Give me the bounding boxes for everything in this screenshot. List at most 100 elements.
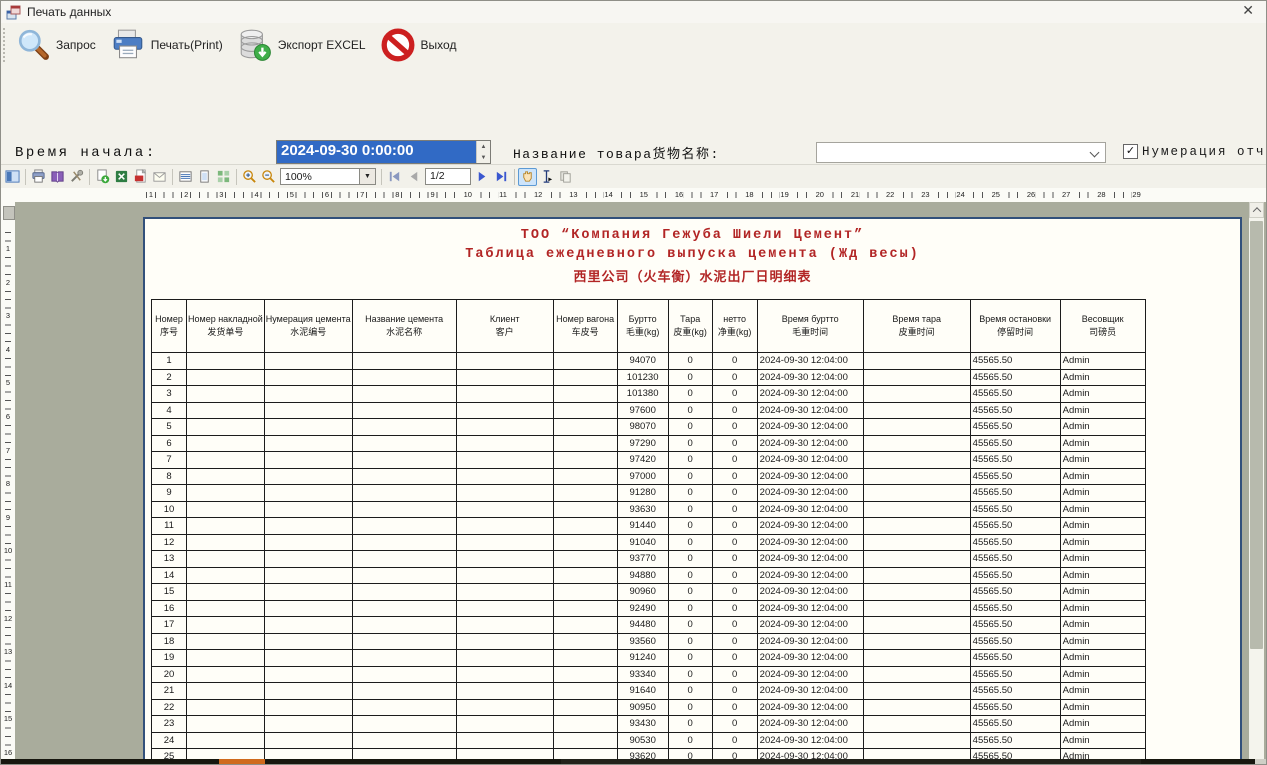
table-row: 697290002024-09-30 12:04:0045565.50Admin (152, 435, 1146, 452)
multi-page-button[interactable] (214, 168, 233, 186)
hand-tool-button[interactable] (518, 168, 537, 186)
next-page-button[interactable] (473, 168, 492, 186)
ruler-number: 6 (1, 412, 15, 421)
header-row: Номер序号Номер накладной发货单号Нумерация цеме… (152, 300, 1146, 353)
book-icon (50, 169, 65, 184)
magnifier-icon (15, 28, 51, 62)
table-row: 2593620002024-09-30 12:04:0045565.50Admi… (152, 749, 1146, 760)
start-time-value[interactable]: 2024-09-30 0:00:00 (277, 141, 476, 163)
column-header: нетто净重(kg) (712, 300, 757, 353)
column-header: Нумерация цемента水泥编号 (264, 300, 352, 353)
export-pdf-button[interactable] (131, 168, 150, 186)
ruler-number: 18 (744, 190, 754, 199)
page-setup-button[interactable] (67, 168, 86, 186)
ruler-number: 3 (218, 190, 224, 199)
ruler-number: 15 (639, 190, 649, 199)
ruler-number: 23 (920, 190, 930, 199)
open-report-button[interactable] (48, 168, 67, 186)
table-row: 2191640002024-09-30 12:04:0045565.50Admi… (152, 683, 1146, 700)
table-row: 797420002024-09-30 12:04:0045565.50Admin (152, 452, 1146, 469)
column-header: Тара皮重(kg) (668, 300, 712, 353)
whole-page-button[interactable] (195, 168, 214, 186)
product-name-combo[interactable] (816, 142, 1106, 163)
ruler-number: 8 (1, 479, 15, 488)
table-row: 1093630002024-09-30 12:04:0045565.50Admi… (152, 501, 1146, 518)
send-email-button[interactable] (150, 168, 169, 186)
zoom-combo[interactable]: 100% ▼ (280, 168, 376, 185)
scrollbar-thumb[interactable] (1250, 221, 1263, 649)
zoom-in-button[interactable] (240, 168, 259, 186)
tools-icon (69, 169, 84, 184)
ruler-number: 16 (674, 190, 684, 199)
export-excel-small-button[interactable] (112, 168, 131, 186)
ruler-number: 14 (1, 681, 15, 690)
titlebar: Печать данных ✕ (1, 1, 1266, 23)
database-export-icon (237, 28, 273, 62)
ruler-number: 15 (1, 714, 15, 723)
numbering-checkbox[interactable]: ✓ (1123, 144, 1138, 159)
ruler-number: 25 (991, 190, 1001, 199)
ruler-number: 9 (1, 513, 15, 522)
page-indicator[interactable]: 1/2 (425, 168, 471, 185)
page-width-button[interactable] (176, 168, 195, 186)
column-header: Весовщик司磅员 (1060, 300, 1145, 353)
whole-page-icon (197, 169, 212, 184)
print-label: Печать(Print) (151, 38, 223, 52)
table-row: 1692490002024-09-30 12:04:0045565.50Admi… (152, 600, 1146, 617)
ruler-number: 13 (568, 190, 578, 199)
taskbar-right-segment (1255, 759, 1266, 765)
report-page: ТОО “Компания Гежуба Шиели Цемент” Табли… (143, 217, 1242, 759)
last-page-button[interactable] (492, 168, 511, 186)
table-row: 1291040002024-09-30 12:04:0045565.50Admi… (152, 534, 1146, 551)
table-row: 2101230002024-09-30 12:04:0045565.50Admi… (152, 369, 1146, 386)
print-button[interactable]: Печать(Print) (104, 26, 231, 64)
zoom-value: 100% (281, 171, 359, 183)
zoom-dropdown-icon[interactable]: ▼ (359, 169, 375, 184)
export-icon (95, 169, 110, 184)
start-time-spinner[interactable]: ▲▼ (476, 141, 490, 163)
table-row: 497600002024-09-30 12:04:0045565.50Admin (152, 402, 1146, 419)
printer-icon (110, 28, 146, 62)
pdf-icon (133, 169, 148, 184)
spin-up-icon[interactable]: ▲ (477, 141, 490, 152)
next-page-icon (475, 169, 490, 184)
ruler-number: 1 (148, 190, 154, 199)
column-header: Название цемента水泥名称 (352, 300, 456, 353)
start-time-picker[interactable]: 2024-09-30 0:00:00 ▲▼ (276, 140, 491, 164)
numbering-checkbox-row[interactable]: ✓ Нумерация отч (1123, 144, 1267, 159)
scroll-up-icon[interactable] (1249, 202, 1264, 218)
copy-button[interactable] (556, 168, 575, 186)
export-excel-button[interactable]: Экспорт EXCEL (231, 26, 374, 64)
table-row: 2290950002024-09-30 12:04:0045565.50Admi… (152, 699, 1146, 716)
taskbar-segment (561, 759, 1141, 765)
export-button[interactable] (93, 168, 112, 186)
text-select-button[interactable] (537, 168, 556, 186)
ruler-number: 14 (603, 190, 613, 199)
query-label: Запрос (56, 38, 96, 52)
table-row: 897000002024-09-30 12:04:0045565.50Admin (152, 468, 1146, 485)
preview-canvas[interactable]: 12345678910111213141516 ТОО “Компания Ге… (1, 202, 1266, 759)
prev-page-button[interactable] (404, 168, 423, 186)
zoom-out-button[interactable] (259, 168, 278, 186)
ruler-number: 8 (394, 190, 400, 199)
ruler-number: 21 (850, 190, 860, 199)
start-time-label: Время начала: (15, 145, 157, 161)
vertical-scrollbar[interactable] (1249, 202, 1264, 759)
exit-button[interactable]: Выход (374, 26, 465, 64)
envelope-icon (152, 169, 167, 184)
ruler-number: 20 (815, 190, 825, 199)
document-map-button[interactable] (3, 168, 22, 186)
spin-down-icon[interactable]: ▼ (477, 152, 490, 163)
report-title-line2: Таблица ежедневного выпуска цемента (Жд … (145, 247, 1240, 262)
report-title-line1: ТОО “Компания Гежуба Шиели Цемент” (145, 228, 1240, 243)
ruler-number: 7 (1, 446, 15, 455)
close-icon[interactable]: ✕ (1242, 2, 1254, 19)
prev-page-icon (406, 169, 421, 184)
column-header: Клиент客户 (456, 300, 553, 353)
table-row: 1590960002024-09-30 12:04:0045565.50Admi… (152, 584, 1146, 601)
preview-print-button[interactable] (29, 168, 48, 186)
ruler-number: 2 (183, 190, 189, 199)
query-button[interactable]: Запрос (9, 26, 104, 64)
first-page-button[interactable] (385, 168, 404, 186)
table-row: 598070002024-09-30 12:04:0045565.50Admin (152, 419, 1146, 436)
